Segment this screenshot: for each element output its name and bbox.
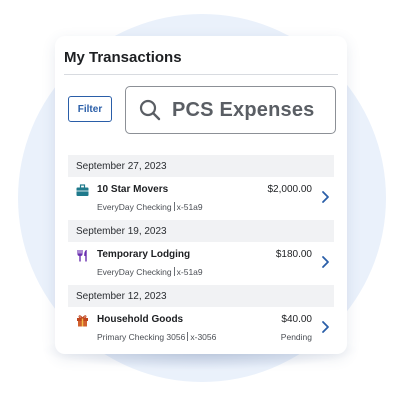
chevron-right-icon[interactable] xyxy=(321,190,330,204)
transaction-status: Pending xyxy=(280,332,312,342)
transaction-name: Temporary Lodging xyxy=(97,249,191,260)
transaction-row[interactable]: Household Goods Primary Checking 3056 x-3… xyxy=(68,307,334,349)
chevron-right-icon[interactable] xyxy=(321,255,330,269)
utensils-icon xyxy=(76,249,89,262)
transaction-amount: $180.00 xyxy=(275,249,312,260)
transaction-row[interactable]: Temporary Lodging EveryDay Checking x-51a… xyxy=(68,242,334,284)
title-divider xyxy=(64,74,338,75)
search-input[interactable]: PCS Expenses xyxy=(125,86,336,134)
filter-button[interactable]: Filter xyxy=(68,96,112,122)
transaction-amount: $2,000.00 xyxy=(267,184,313,195)
transaction-account: EveryDay Checking x-51a9 xyxy=(97,202,203,212)
gift-icon xyxy=(76,314,89,327)
transaction-account: EveryDay Checking x-51a9 xyxy=(97,267,203,277)
page-title: My Transactions xyxy=(64,49,182,66)
transaction-account: Primary Checking 3056 x-3056 xyxy=(97,332,217,342)
search-value: PCS Expenses xyxy=(172,98,315,121)
briefcase-icon xyxy=(76,184,89,197)
transaction-name: Household Goods xyxy=(97,314,184,325)
transactions-card: My Transactions Filter PCS Expenses Sept… xyxy=(55,36,347,354)
search-icon xyxy=(138,98,162,122)
chevron-right-icon[interactable] xyxy=(321,320,330,334)
transaction-name: 10 Star Movers xyxy=(97,184,169,195)
date-header: September 12, 2023 xyxy=(68,285,334,307)
transaction-amount: $40.00 xyxy=(281,314,312,325)
date-header: September 19, 2023 xyxy=(68,220,334,242)
date-header: September 27, 2023 xyxy=(68,155,334,177)
transaction-row[interactable]: 10 Star Movers EveryDay Checking x-51a9 $… xyxy=(68,177,334,219)
